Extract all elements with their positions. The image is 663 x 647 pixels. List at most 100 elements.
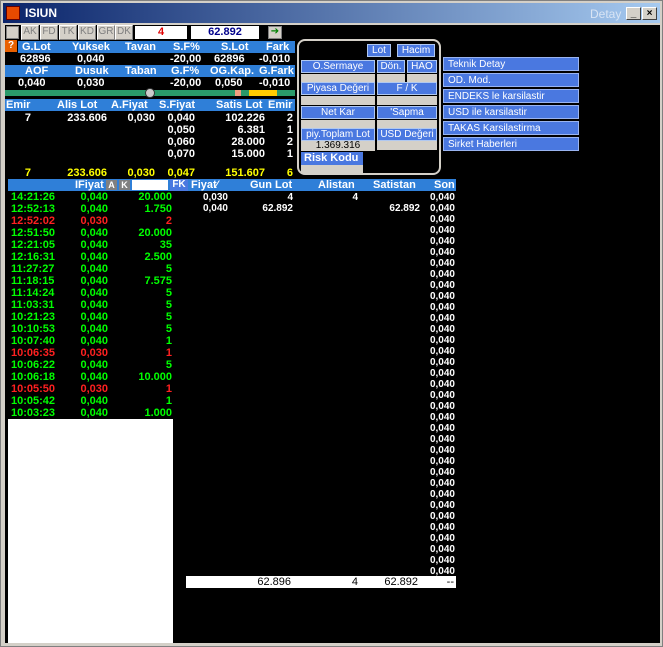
son-value: 0,040 [429,302,455,313]
filter-input[interactable] [132,180,168,190]
trade-row[interactable]: 10:06:22 0,040 5 [8,359,172,371]
trade-row[interactable]: 11:27:27 0,040 5 [8,263,172,275]
depth-cell: 0,030 [127,112,155,124]
minimize-button[interactable]: _ [626,7,641,20]
a-filter-button[interactable]: A [106,180,117,190]
trade-lot: 1 [165,395,172,407]
trade-lot: 35 [159,239,172,251]
tab-kd[interactable]: KD [78,25,96,40]
depth-header: Emir Alis Lot A.Fiyat S.Fiyat Satis Lot … [5,99,295,111]
depth-cell: 102.226 [225,112,265,124]
menu-item[interactable]: Teknik Detay [443,57,579,71]
trade-row[interactable]: 10:21:23 0,040 5 [8,311,172,323]
trade-row[interactable]: 10:07:40 0,040 1 [8,335,172,347]
son-value: 0,040 [429,236,455,247]
menu-item[interactable]: USD ile karsilastir [443,105,579,119]
trade-row[interactable]: 10:06:18 0,040 10.000 [8,371,172,383]
menu-item[interactable]: OD. Mod. [443,73,579,87]
count-field[interactable]: 4 [135,26,187,39]
trade-row[interactable]: 11:03:31 0,040 5 [8,299,172,311]
trade-row[interactable]: 10:10:53 0,040 5 [8,323,172,335]
balance-marker-icon[interactable] [145,88,155,98]
tab-tk[interactable]: TK [59,25,77,40]
title-bar[interactable]: ISIUN Detay _ × [3,3,660,23]
trade-price: 0,040 [80,227,108,239]
trade-price: 0,040 [80,395,108,407]
menu-item[interactable]: ENDEKS le karsilastir [443,89,579,103]
fk-button[interactable]: FK [170,179,188,191]
trade-time: 10:10:53 [11,323,56,335]
trade-price: 0,040 [80,239,108,251]
close-button[interactable]: × [642,7,657,20]
son-value: 0,040 [429,280,455,291]
son-value: 0,040 [429,379,455,390]
trade-row[interactable]: 10:05:50 0,030 1 [8,383,172,395]
app-icon [6,6,20,20]
k-filter-button[interactable]: K [119,180,130,190]
son-value: 0,040 [429,313,455,324]
trade-row[interactable]: 12:16:31 0,040 2.500 [8,251,172,263]
hacim-button[interactable]: Hacim [397,44,435,57]
tab-gr[interactable]: GR [97,25,115,40]
trade-row[interactable]: 12:51:50 0,040 20.000 [8,227,172,239]
sort-icon[interactable]: ⁄ [216,179,218,191]
depth-cell: 233.606 [67,112,107,124]
check-icon[interactable] [6,26,19,39]
trade-row[interactable]: 12:21:05 0,040 35 [8,239,172,251]
trade-price: 0,040 [80,323,108,335]
trade-lot: 5 [165,359,172,371]
don-button[interactable]: Dön. [377,60,405,73]
sapma-button[interactable]: 'Sapma [377,106,437,119]
trade-lot: 5 [165,287,172,299]
trade-price: 0,040 [80,299,108,311]
trade-time: 11:14:24 [11,287,55,299]
fk-button[interactable]: F / K [377,82,437,95]
trade-row[interactable]: 11:14:24 0,040 5 [8,287,172,299]
trade-row[interactable]: 10:06:35 0,030 1 [8,347,172,359]
net-kar-button[interactable]: Net Kar [301,106,375,119]
depth-row: 0,050 6.381 1 [5,124,295,136]
trade-row[interactable]: 10:05:42 0,040 1 [8,395,172,407]
piyasa-degeri-button[interactable]: Piyasa Değeri [301,82,375,95]
piy-toplam-lot-value: 1.369.316 [301,141,375,151]
usd-degeri-button[interactable]: USD Değeri [377,128,437,141]
menu-item[interactable]: Sirket Haberleri [443,137,579,151]
trade-lot: 1 [165,347,172,359]
son-value: 0,040 [429,324,455,335]
tab-ak[interactable]: AK [21,25,39,40]
trade-price: 0,040 [80,407,108,419]
trade-time: 10:06:18 [11,371,56,383]
tab-dk[interactable]: DK [115,25,133,40]
trade-row[interactable]: 10:03:23 0,040 1.000 [8,407,172,419]
trade-lot: 10.000 [138,371,172,383]
price-field[interactable]: 62.892 [191,26,259,39]
trade-time: 11:18:15 [11,275,55,287]
volume-cell: 62.892 [262,203,293,214]
hao-button[interactable]: HAO [407,60,437,73]
summary-values-1: 62896 0,040 -20,00 62896 -0,010 [20,53,291,65]
son-value: 0,040 [429,357,455,368]
son-value: 0,040 [429,225,455,236]
trade-lot: 1 [165,383,172,395]
trade-row[interactable]: 12:52:02 0,030 2 [8,215,172,227]
son-value: 0,040 [429,544,455,555]
o-sermaye-button[interactable]: O.Sermaye [301,60,375,73]
volume-row[interactable]: 0,040 62.892 62.892 [5,203,420,215]
trade-lot: 1.000 [144,407,172,419]
menu-item[interactable]: TAKAS Karsilastirma [443,121,579,135]
help-icon[interactable]: ? [5,40,17,52]
lot-button[interactable]: Lot [367,44,391,57]
son-value: 0,040 [429,412,455,423]
trade-lot: 5 [165,323,172,335]
trades-list: 14:21:26 0,040 20.000 12:52:13 0,040 1.750 12:… [8,191,173,419]
son-value: 0,040 [429,214,455,225]
depth-cell: 28.000 [231,136,265,148]
risk-kodu-button[interactable]: Risk Kodu [301,152,363,165]
trade-time: 10:06:22 [11,359,56,371]
trade-row[interactable]: 11:18:15 0,040 7.575 [8,275,172,287]
trade-time: 11:27:27 [11,263,55,275]
trade-price: 0,030 [80,347,108,359]
son-value: 0,040 [429,390,455,401]
tab-fd[interactable]: FD [40,25,58,40]
arrow-right-icon[interactable]: ➔ [268,26,282,39]
